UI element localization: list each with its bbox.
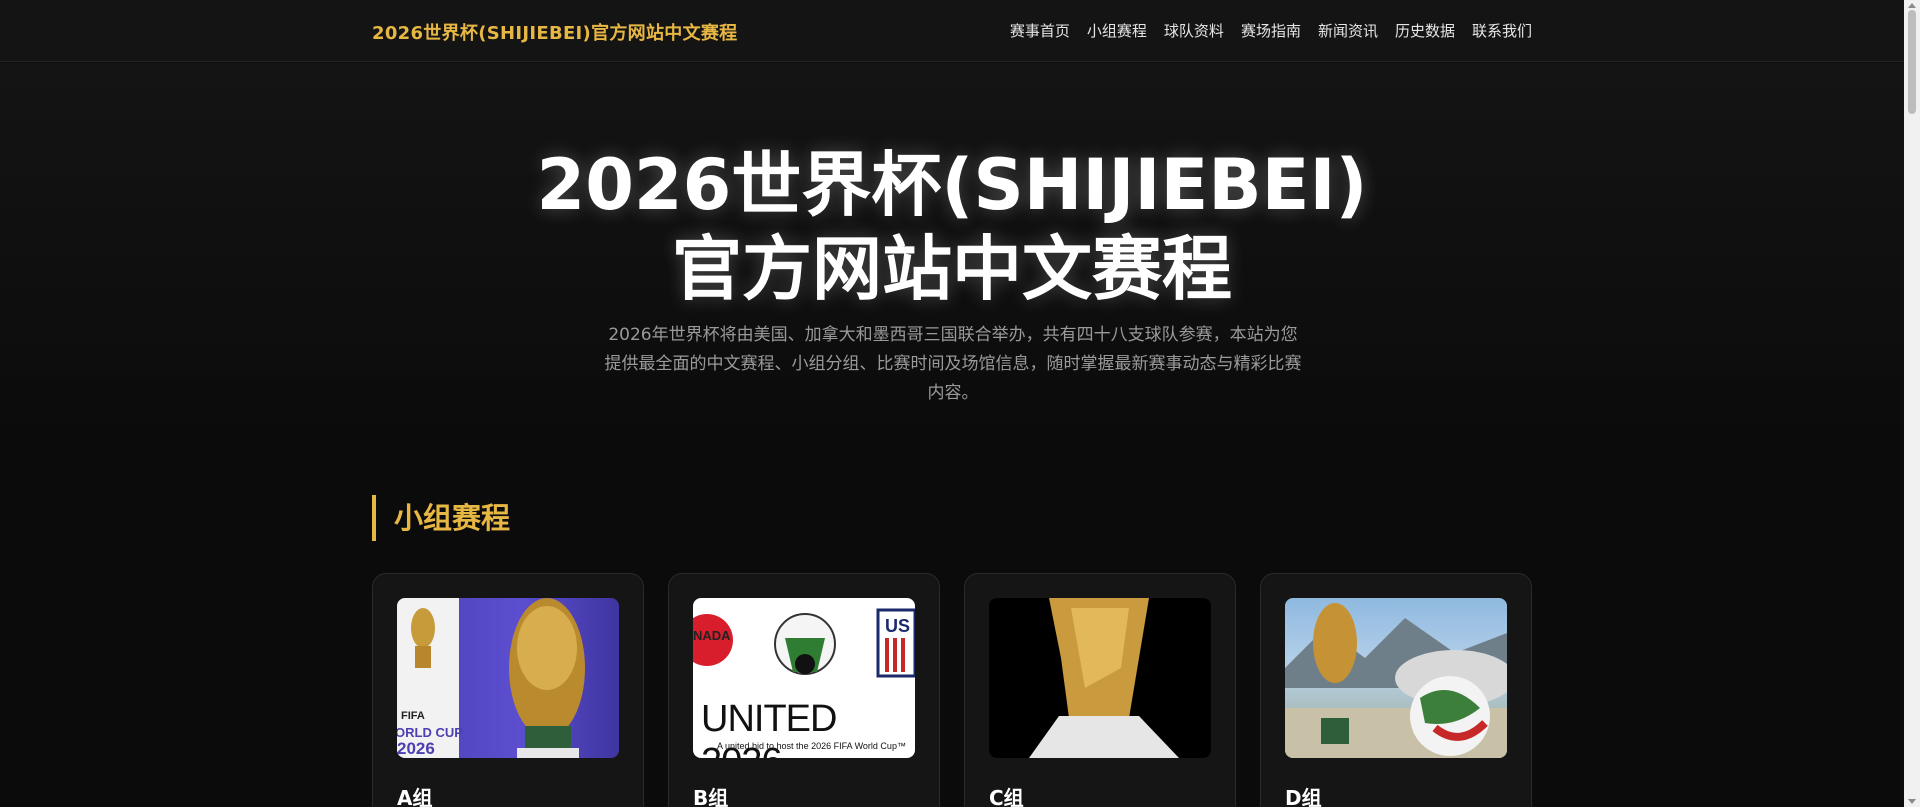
top-navbar: 2026世界杯(SHIJIEBEI)官方网站中文赛程 赛事首页 小组赛程 球队资… [0,0,1904,62]
section-title-groups: 小组赛程 [372,495,510,541]
site-brand[interactable]: 2026世界杯(SHIJIEBEI)官方网站中文赛程 [372,19,737,45]
hero-subtitle: 2026年世界杯将由美国、加拿大和墨西哥三国联合举办，共有四十八支球队参赛，本站… [600,321,1306,408]
group-card-b[interactable]: NADA US UNITED 2026 A united bid to host… [668,573,940,807]
group-b-image-text-3: A united bid to host the 2026 FIFA World… [717,741,906,751]
group-a-image-text-1: FIFA [401,710,425,722]
hero-title: 2026世界杯(SHIJIEBEI) 官方网站中文赛程 [0,143,1904,311]
group-b-image-text-4: US [885,616,911,636]
group-c-image [989,598,1211,758]
group-a-image-text-3: 2026 [397,739,435,758]
group-card-a[interactable]: FIFA ORLD CUP 2026 A组 [372,573,644,807]
nav-item-home[interactable]: 赛事首页 [1010,20,1070,41]
scroll-up-icon[interactable] [1908,3,1916,8]
hero-title-line2: 官方网站中文赛程 [672,228,1232,310]
main-nav: 赛事首页 小组赛程 球队资料 赛场指南 新闻资讯 历史数据 联系我们 [1010,20,1532,41]
group-a-image-text-2: ORLD CUP [397,725,463,740]
scroll-thumb[interactable] [1908,10,1916,114]
group-c-label: C组 [989,786,1024,807]
group-card-c[interactable]: C组 [964,573,1236,807]
nav-item-history[interactable]: 历史数据 [1395,20,1455,41]
hero-title-line1: 2026世界杯(SHIJIEBEI) [536,144,1368,226]
group-d-image [1285,598,1507,758]
group-b-label: B组 [693,786,729,807]
trophy-closeup [1029,598,1179,758]
group-card-d[interactable]: D组 [1260,573,1532,807]
vertical-scrollbar[interactable] [1904,0,1920,807]
hero-section: 2026世界杯(SHIJIEBEI) 官方网站中文赛程 2026年世界杯将由美国… [0,63,1904,443]
group-d-label: D组 [1285,786,1322,807]
group-b-image: NADA US UNITED 2026 A united bid to host… [693,598,915,758]
stadium-trophy-ball [1285,603,1507,758]
group-a-image: FIFA ORLD CUP 2026 [397,598,619,758]
group-b-image-text-1: NADA [693,628,731,643]
nav-item-contact[interactable]: 联系我们 [1472,20,1532,41]
group-a-label: A组 [397,786,433,807]
nav-item-news[interactable]: 新闻资讯 [1318,20,1378,41]
nav-item-schedule[interactable]: 小组赛程 [1087,20,1147,41]
scroll-down-icon[interactable] [1908,799,1916,804]
nav-item-teams[interactable]: 球队资料 [1164,20,1224,41]
nav-item-venues[interactable]: 赛场指南 [1241,20,1301,41]
